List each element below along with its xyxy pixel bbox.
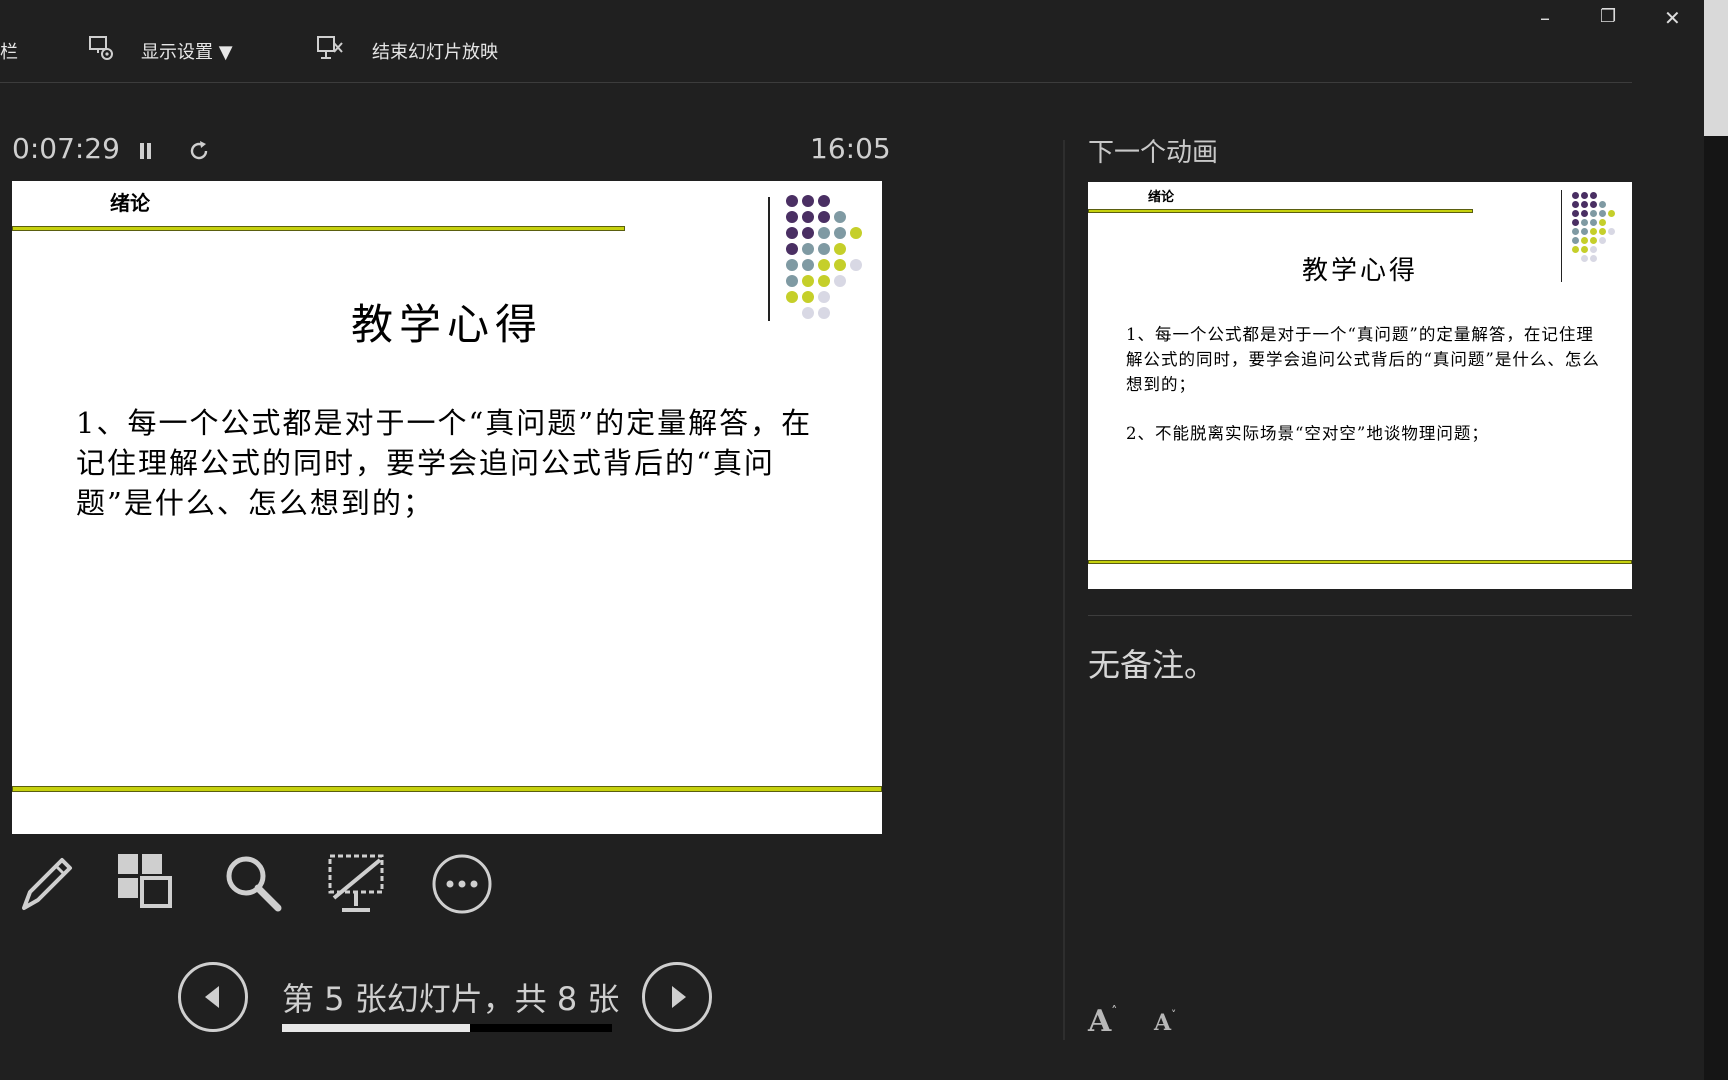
current-slide[interactable]: 绪论 教学心得 1、每一个公式都是对于一个“真问题”的定量解答，在记住理解公式的… xyxy=(12,181,882,834)
decorative-dot xyxy=(1608,228,1615,235)
decorative-dot xyxy=(834,211,846,223)
notes-divider xyxy=(1088,615,1632,616)
slide-body-text: 1、每一个公式都是对于一个“真问题”的定量解答，在记住理解公式的同时，要学会追问… xyxy=(76,406,813,520)
black-screen-icon[interactable] xyxy=(326,852,390,916)
toolbar-divider xyxy=(0,82,1632,83)
decorative-dot xyxy=(818,211,830,223)
decorative-dot xyxy=(1572,237,1579,244)
decorative-dot xyxy=(1590,201,1597,208)
decorative-dot xyxy=(786,195,798,207)
decorative-dot xyxy=(1581,219,1588,226)
slide-progress-fill xyxy=(282,1024,470,1032)
slide-footer-line xyxy=(12,786,882,792)
decorative-dot xyxy=(1599,237,1606,244)
slide-counter[interactable]: 第 5 张幻灯片，共 8 张 xyxy=(282,974,619,1020)
pen-tool-icon[interactable] xyxy=(12,852,76,916)
decorative-dot xyxy=(834,259,846,271)
next-slide-button[interactable] xyxy=(642,962,712,1032)
decorative-dot xyxy=(1581,201,1588,208)
next-slide-preview[interactable]: 绪论 教学心得 1、每一个公式都是对于一个“真问题”的定量解答，在记住理解公式的… xyxy=(1088,182,1632,589)
decrease-font-button[interactable]: A˅ xyxy=(1154,1010,1176,1036)
pane-divider[interactable] xyxy=(1063,140,1065,1040)
see-all-slides-icon[interactable] xyxy=(116,852,180,916)
decorative-dot xyxy=(818,243,830,255)
decorative-dot xyxy=(834,275,846,287)
elapsed-timer: 0:07:29 xyxy=(12,132,120,165)
decorative-dot xyxy=(802,227,814,239)
decorative-dot xyxy=(1599,219,1606,226)
decorative-dot xyxy=(802,275,814,287)
decorative-dot xyxy=(1572,210,1579,217)
decorative-dot xyxy=(818,227,830,239)
decorative-dot xyxy=(1572,201,1579,208)
decorative-dot xyxy=(1581,192,1588,199)
window-edge-highlight xyxy=(1704,0,1728,136)
decorative-dot xyxy=(786,259,798,271)
restore-button[interactable]: ❐ xyxy=(1600,6,1616,27)
next-slide-point-1: 1、每一个公式都是对于一个“真问题”的定量解答，在记住理解公式的同时，要学会追问… xyxy=(1126,325,1600,394)
decorative-dot xyxy=(802,211,814,223)
decorative-dot xyxy=(786,227,798,239)
decrease-font-label: A xyxy=(1154,1010,1172,1036)
decorative-dot xyxy=(1590,219,1597,226)
decorative-dot xyxy=(1599,210,1606,217)
next-slide-title: 教学心得 xyxy=(1301,256,1418,286)
decorative-dot xyxy=(802,243,814,255)
decorative-dot xyxy=(1590,210,1597,217)
minimize-button[interactable]: – xyxy=(1540,6,1550,30)
display-settings-icon[interactable] xyxy=(88,34,114,62)
slide-title: 教学心得 xyxy=(350,300,543,349)
toolbar-partial-label[interactable]: 栏 xyxy=(0,38,18,64)
decorative-dot xyxy=(834,227,846,239)
decorative-dot xyxy=(818,259,830,271)
decorative-dot xyxy=(1572,192,1579,199)
next-animation-label: 下一个动画 xyxy=(1088,138,1219,168)
pause-timer-icon[interactable] xyxy=(136,140,156,162)
decorative-dot xyxy=(786,243,798,255)
next-slide-body: 1、每一个公式都是对于一个“真问题”的定量解答，在记住理解公式的同时，要学会追问… xyxy=(1126,322,1606,446)
decorative-dot xyxy=(786,275,798,287)
window-edge xyxy=(1704,0,1728,1080)
close-button[interactable]: ✕ xyxy=(1664,6,1681,30)
display-settings-button[interactable]: 显示设置 ▼ xyxy=(141,38,233,64)
decorative-dot xyxy=(1590,192,1597,199)
restart-timer-icon[interactable] xyxy=(186,138,212,164)
decorative-dot xyxy=(1572,219,1579,226)
decorative-dot xyxy=(1608,210,1615,217)
next-slide-point-2: 2、不能脱离实际场景“空对空”地谈物理问题； xyxy=(1126,424,1489,443)
more-options-icon[interactable] xyxy=(430,852,494,916)
decorative-dot xyxy=(818,195,830,207)
next-slide-footer-line xyxy=(1088,560,1632,564)
decorative-dot xyxy=(1581,237,1588,244)
previous-slide-button[interactable] xyxy=(178,962,248,1032)
increase-font-label: A xyxy=(1088,1004,1112,1039)
increase-font-button[interactable]: A˄ xyxy=(1088,1004,1117,1039)
decorative-dot xyxy=(1581,228,1588,235)
clock: 16:05 xyxy=(810,132,891,165)
decorative-dot xyxy=(1581,210,1588,217)
decorative-dot xyxy=(802,259,814,271)
decorative-dot xyxy=(1599,201,1606,208)
zoom-icon[interactable] xyxy=(222,852,286,916)
end-slideshow-button[interactable]: 结束幻灯片放映 xyxy=(372,38,498,64)
decorative-dot xyxy=(850,227,862,239)
decorative-dot xyxy=(834,243,846,255)
decorative-dot xyxy=(1590,237,1597,244)
decorative-dot xyxy=(1572,228,1579,235)
decorative-dot xyxy=(850,259,862,271)
chevron-right-icon xyxy=(672,986,686,1008)
speaker-notes[interactable]: 无备注。 xyxy=(1088,640,1216,686)
chevron-left-icon xyxy=(205,986,219,1008)
decorative-dot xyxy=(1590,228,1597,235)
decorative-dot xyxy=(802,195,814,207)
decorative-dot xyxy=(818,275,830,287)
decorative-dot xyxy=(786,211,798,223)
decorative-dot xyxy=(1599,228,1606,235)
end-slideshow-icon[interactable] xyxy=(316,34,344,62)
